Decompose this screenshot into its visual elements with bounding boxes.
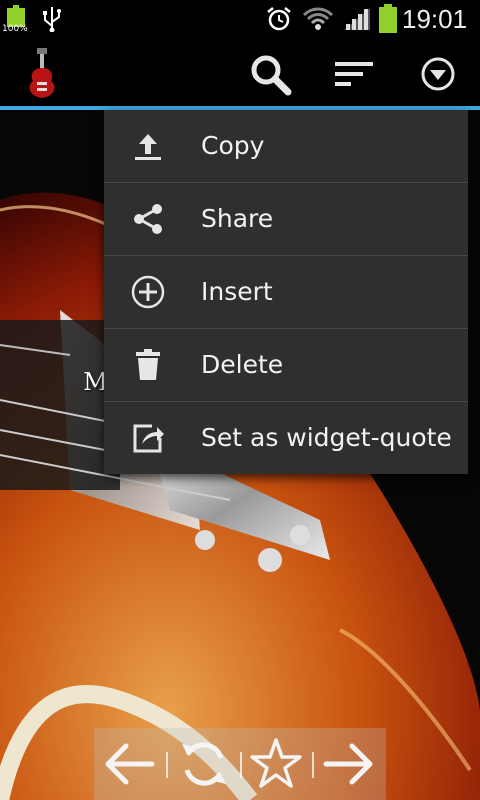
menu-item-set-widget-quote[interactable]: Set as widget-quote [104, 402, 468, 474]
status-time: 19:01 [402, 4, 468, 34]
trash-icon [136, 349, 160, 380]
star-icon[interactable] [248, 736, 304, 792]
search-icon[interactable] [246, 50, 294, 98]
menu-item-label: Set as widget-quote [201, 423, 452, 452]
overflow-icon[interactable] [414, 50, 462, 98]
menu-item-label: Share [201, 204, 274, 233]
menu-item-copy[interactable]: Copy [104, 110, 468, 183]
status-bar: 100% 19:01 [0, 0, 480, 38]
widget-icon [133, 424, 164, 453]
upload-icon [135, 134, 161, 160]
popup-menu: Copy Share Insert Delete Set as widget-q… [104, 110, 468, 474]
separator [240, 752, 242, 778]
menu-item-insert[interactable]: Insert [104, 256, 468, 329]
menu-item-label: Delete [201, 350, 284, 379]
battery-percent: 100% [2, 24, 28, 34]
arrow-left-icon[interactable] [102, 736, 158, 792]
separator [312, 752, 314, 778]
usb-icon [43, 7, 61, 32]
separator [166, 752, 168, 778]
signal-icon [344, 8, 370, 30]
share-icon [134, 204, 162, 234]
alarm-icon [267, 7, 291, 31]
menu-item-label: Copy [201, 131, 265, 160]
sort-icon[interactable] [330, 50, 378, 98]
menu-item-label: Insert [201, 277, 273, 306]
refresh-icon[interactable] [176, 736, 232, 792]
menu-item-share[interactable]: Share [104, 183, 468, 256]
action-bar [0, 38, 480, 110]
screen: Music spir 100% [0, 0, 480, 800]
guitar-app-icon[interactable] [24, 48, 60, 100]
wifi-icon [302, 7, 334, 30]
add-circle-icon [131, 275, 165, 309]
arrow-right-icon[interactable] [320, 736, 376, 792]
bottom-bar [94, 728, 386, 800]
battery-icon [379, 4, 397, 33]
menu-item-delete[interactable]: Delete [104, 329, 468, 402]
